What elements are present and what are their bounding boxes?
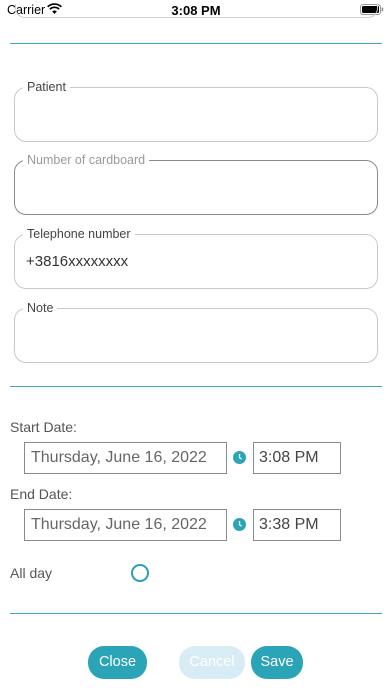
save-button[interactable]: Save (251, 646, 303, 679)
close-button[interactable]: Close (88, 646, 147, 679)
telephone-value: +3816xxxxxxxx (26, 253, 129, 270)
cancel-button[interactable]: Cancel (179, 646, 245, 679)
divider-top (10, 43, 382, 44)
end-time-picker[interactable]: 3:38 PM (253, 509, 341, 541)
note-label: Note (23, 301, 58, 315)
divider-middle (10, 386, 382, 387)
start-date-label: Start Date: (10, 419, 77, 435)
divider-bottom (10, 613, 382, 614)
start-date-picker[interactable]: Thursday, June 16, 2022 (24, 442, 227, 474)
cardboard-number-label: Number of cardboard (23, 153, 150, 167)
all-day-radio[interactable] (131, 564, 149, 582)
clock-icon (233, 518, 246, 531)
telephone-field[interactable]: Telephone number +3816xxxxxxxx (14, 227, 378, 289)
scrolled-card-edge (15, 4, 378, 18)
clock-icon (233, 451, 246, 464)
patient-label: Patient (23, 80, 70, 94)
cardboard-number-field[interactable]: Number of cardboard (14, 153, 378, 215)
end-date-picker[interactable]: Thursday, June 16, 2022 (24, 509, 227, 541)
start-time-picker[interactable]: 3:08 PM (253, 442, 341, 474)
end-date-label: End Date: (10, 486, 73, 502)
telephone-label: Telephone number (23, 227, 135, 241)
all-day-label: All day (10, 565, 53, 581)
note-field[interactable]: Note (14, 301, 378, 363)
appointment-form-screen: Carrier 3:08 PM Patient Number of cardbo… (0, 0, 392, 696)
patient-field[interactable]: Patient (14, 80, 378, 142)
